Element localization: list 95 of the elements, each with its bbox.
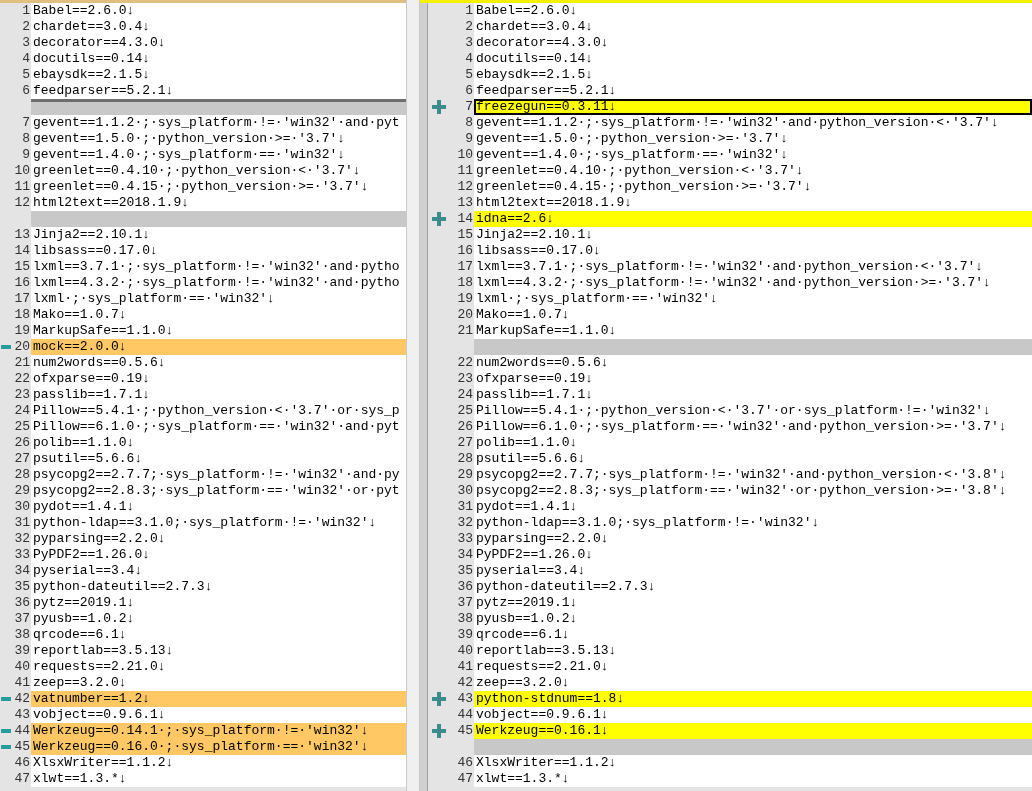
line-number: 37: [457, 595, 473, 611]
line-number: 12: [457, 179, 473, 195]
line-number: 11: [457, 163, 473, 179]
line-number: 22: [14, 371, 30, 387]
line-number: 40: [457, 643, 473, 659]
line-number: 46: [457, 755, 473, 771]
line-number: 7: [22, 115, 30, 131]
line-number: 17: [14, 291, 30, 307]
line-number: 5: [22, 67, 30, 83]
line-number: 43: [457, 691, 473, 707]
line-number: 8: [22, 131, 30, 147]
line-number: 23: [14, 387, 30, 403]
line-number: 24: [14, 403, 30, 419]
line-number: 31: [14, 515, 30, 531]
line-number: 28: [457, 451, 473, 467]
line-number: 13: [457, 195, 473, 211]
line-number: 45: [14, 739, 30, 755]
line-number: 1: [22, 3, 30, 19]
line-number: 35: [14, 579, 30, 595]
line-number: 18: [14, 307, 30, 323]
line-number: 7: [465, 99, 473, 115]
line-number: 23: [457, 371, 473, 387]
line-number: 2: [22, 19, 30, 35]
line-number: 38: [457, 611, 473, 627]
line-number: 4: [22, 51, 30, 67]
line-number: 11: [14, 179, 30, 195]
line-number: 9: [465, 131, 473, 147]
line-number: 25: [457, 403, 473, 419]
line-number: 44: [14, 723, 30, 739]
line-number: 22: [457, 355, 473, 371]
line-number: 28: [14, 467, 30, 483]
line-number: 42: [457, 675, 473, 691]
line-number: 19: [457, 291, 473, 307]
line-number: 21: [14, 355, 30, 371]
line-number: 32: [457, 515, 473, 531]
line-number: 33: [14, 547, 30, 563]
line-number: 26: [457, 419, 473, 435]
line-number: 5: [465, 67, 473, 83]
line-number: 9: [22, 147, 30, 163]
line-number: 10: [457, 147, 473, 163]
line-number: 41: [14, 675, 30, 691]
line-number: 24: [457, 387, 473, 403]
line-number: 47: [457, 771, 473, 787]
line-number: 34: [14, 563, 30, 579]
line-number: 40: [14, 659, 30, 675]
line-number: 30: [14, 499, 30, 515]
line-number: 29: [457, 467, 473, 483]
line-number: 13: [14, 227, 30, 243]
line-number: 27: [14, 451, 30, 467]
line-number: 38: [14, 627, 30, 643]
line-number: 41: [457, 659, 473, 675]
line-number: 25: [14, 419, 30, 435]
line-number: 37: [14, 611, 30, 627]
line-number: 31: [457, 499, 473, 515]
line-number: 4: [465, 51, 473, 67]
line-number: 34: [457, 547, 473, 563]
line-number: 8: [465, 115, 473, 131]
line-number: 10: [14, 163, 30, 179]
line-number: 43: [14, 707, 30, 723]
line-number: 3: [465, 35, 473, 51]
line-number: 29: [14, 483, 30, 499]
line-number: 21: [457, 323, 473, 339]
line-number: 30: [457, 483, 473, 499]
line-number: 6: [465, 83, 473, 99]
line-number: 27: [457, 435, 473, 451]
line-number: 47: [14, 771, 30, 787]
line-number: 15: [457, 227, 473, 243]
line-number: 20: [14, 339, 30, 355]
line-number: 14: [14, 243, 30, 259]
line-number: 44: [457, 707, 473, 723]
line-number: 26: [14, 435, 30, 451]
line-number: 39: [457, 627, 473, 643]
line-number: 46: [14, 755, 30, 771]
line-number: 32: [14, 531, 30, 547]
line-number: 45: [457, 723, 473, 739]
line-number: 19: [14, 323, 30, 339]
line-number: 15: [14, 259, 30, 275]
line-number: 2: [465, 19, 473, 35]
line-number: 36: [457, 579, 473, 595]
line-number: 33: [457, 531, 473, 547]
line-number: 14: [457, 211, 473, 227]
line-number: 16: [14, 275, 30, 291]
line-number: 1: [465, 3, 473, 19]
line-number: 35: [457, 563, 473, 579]
line-number: 3: [22, 35, 30, 51]
line-number: 42: [14, 691, 30, 707]
line-number: 36: [14, 595, 30, 611]
line-number: 39: [14, 643, 30, 659]
line-number: 17: [457, 259, 473, 275]
line-number: 18: [457, 275, 473, 291]
pane-splitter[interactable]: [406, 0, 420, 791]
line-number: 20: [457, 307, 473, 323]
line-number: 6: [22, 83, 30, 99]
line-number: 12: [14, 195, 30, 211]
line-number: 16: [457, 243, 473, 259]
